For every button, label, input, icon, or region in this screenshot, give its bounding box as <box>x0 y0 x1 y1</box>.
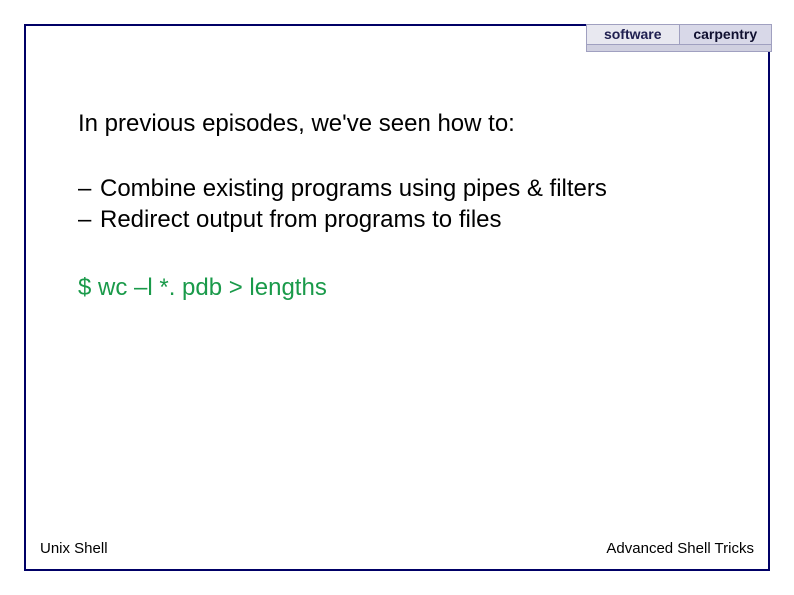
code-example: $ wc –l *. pdb > lengths <box>78 272 718 303</box>
logo-text-carpentry: carpentry <box>680 25 772 44</box>
logo-text-software: software <box>587 25 680 44</box>
logo-subtitle <box>587 44 771 51</box>
bullet-text: Redirect output from programs to files <box>100 204 502 235</box>
bullet-item: – Redirect output from programs to files <box>78 204 718 235</box>
software-carpentry-logo: software carpentry <box>586 24 772 52</box>
footer-left: Unix Shell <box>40 540 108 557</box>
bullet-list: – Combine existing programs using pipes … <box>78 173 718 235</box>
bullet-text: Combine existing programs using pipes & … <box>100 173 607 204</box>
slide: software carpentry In previous episodes,… <box>0 0 794 595</box>
intro-text: In previous episodes, we've seen how to: <box>78 108 718 139</box>
bullet-dash: – <box>78 204 100 235</box>
bullet-dash: – <box>78 173 100 204</box>
footer-right: Advanced Shell Tricks <box>606 540 754 557</box>
slide-content: In previous episodes, we've seen how to:… <box>78 108 718 303</box>
logo-top-row: software carpentry <box>587 25 771 44</box>
bullet-item: – Combine existing programs using pipes … <box>78 173 718 204</box>
